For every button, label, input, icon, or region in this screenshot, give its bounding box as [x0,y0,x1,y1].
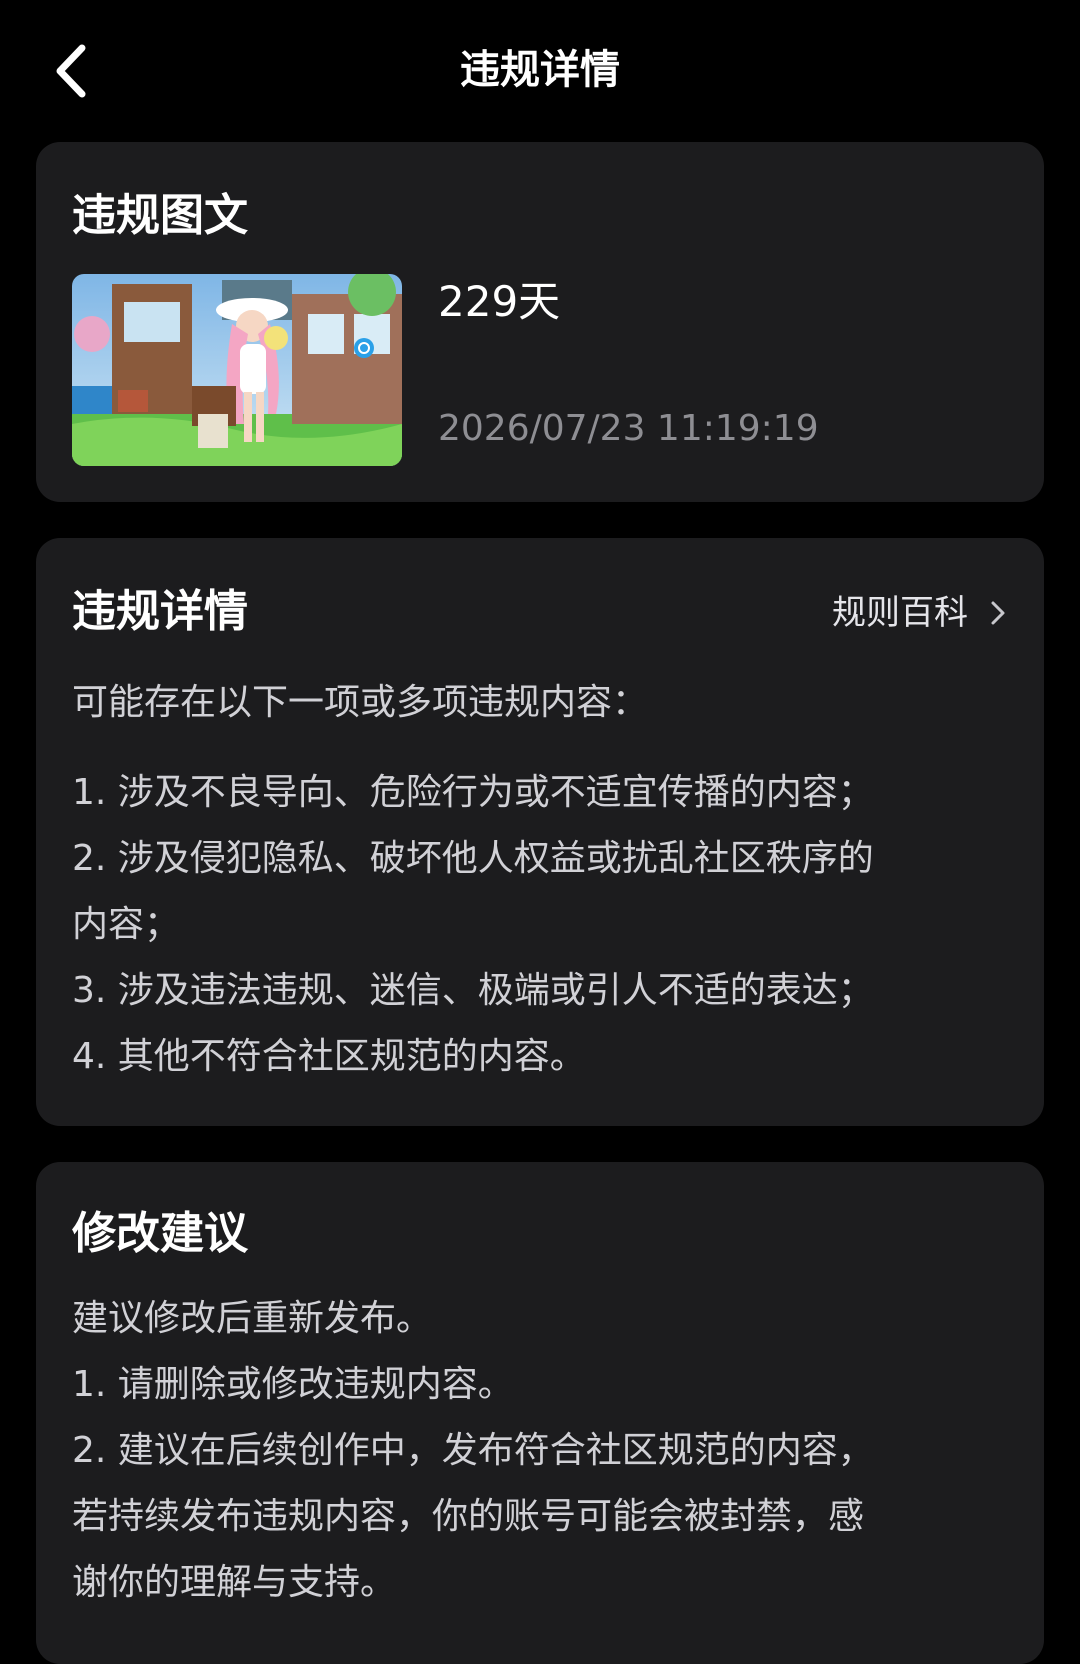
advice-line: 谢你的理解与支持。 [72,1562,397,1603]
detail-item: 1. 涉及不良导向、危险行为或不适宜传播的内容； [72,772,874,813]
advice-card-title: 修改建议 [72,1208,248,1259]
violation-days: 229天 [438,277,561,326]
detail-list: 1. 涉及不良导向、危险行为或不适宜传播的内容； 2. 涉及侵犯隐私、破坏他人权… [72,760,1022,1090]
violating-post-card: 违规图文 229天 2026/07/23 11:19:19 [36,142,1044,502]
detail-item: 内容； [72,904,181,945]
post-card-title: 违规图文 [72,190,248,241]
advice-list: 建议修改后重新发布。 1. 请删除或修改违规内容。 2. 建议在后续创作中，发布… [72,1286,1022,1616]
nav-bar: 违规详情 [0,0,1080,140]
advice-line: 若持续发布违规内容，你的账号可能会被封禁，感 [72,1496,865,1537]
chevron-right-icon [991,601,1005,625]
rules-link-label: 规则百科 [832,593,968,633]
violation-detail-card: 违规详情 规则百科 可能存在以下一项或多项违规内容： 1. 涉及不良导向、危险行… [36,538,1044,1126]
rules-encyclopedia-link[interactable]: 规则百科 [832,588,1006,638]
advice-line: 2. 建议在后续创作中，发布符合社区规范的内容， [72,1430,874,1471]
detail-item: 4. 其他不符合社区规范的内容。 [72,1036,586,1077]
detail-card-title: 违规详情 [72,586,248,637]
post-thumbnail[interactable] [72,274,402,466]
violation-timestamp: 2026/07/23 11:19:19 [438,408,819,449]
detail-item: 2. 涉及侵犯隐私、破坏他人权益或扰乱社区秩序的 [72,838,874,879]
modification-advice-card: 修改建议 建议修改后重新发布。 1. 请删除或修改违规内容。 2. 建议在后续创… [36,1162,1044,1664]
page-title: 违规详情 [460,47,620,93]
detail-item: 3. 涉及违法违规、迷信、极端或引人不适的表达； [72,970,874,1011]
advice-line: 建议修改后重新发布。 [72,1298,433,1339]
advice-line: 1. 请删除或修改违规内容。 [72,1364,514,1405]
post-thumbnail-image [72,274,402,466]
detail-intro: 可能存在以下一项或多项违规内容： [72,682,649,723]
